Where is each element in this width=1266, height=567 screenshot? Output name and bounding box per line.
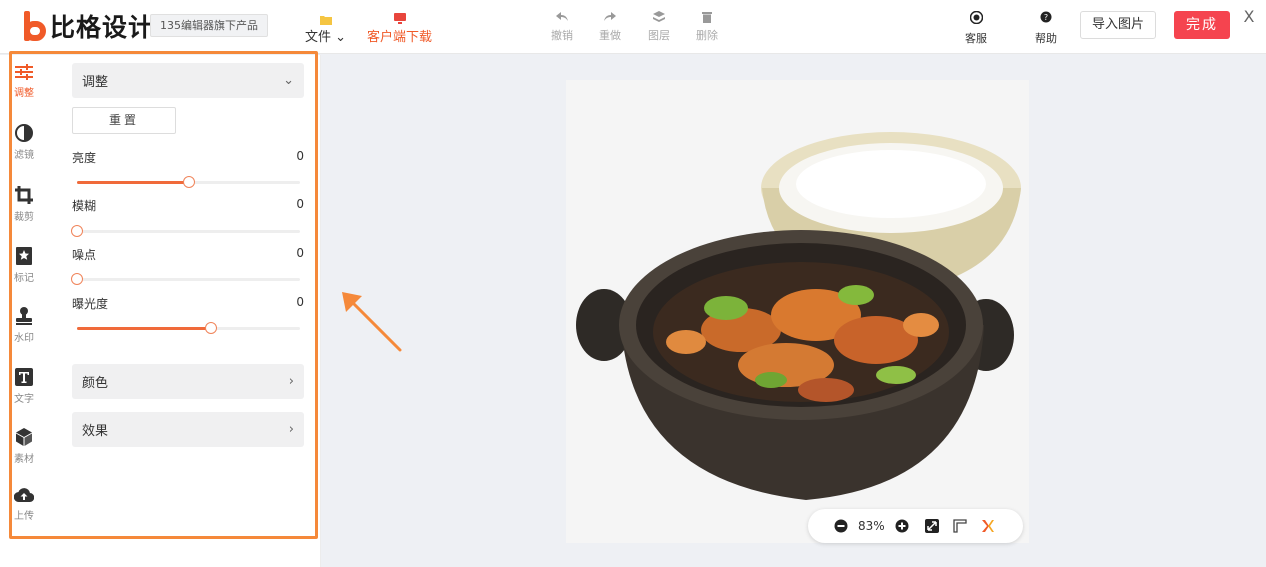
- brand-shortcut-icon[interactable]: [981, 519, 995, 533]
- monitor-icon: [393, 7, 406, 25]
- slider-handle[interactable]: [71, 273, 83, 285]
- adjust-panel: 调整 ⌄ 重置 亮度 0 模糊 0 噪点 0 曝光度 0 颜色 › 效果 ›: [55, 55, 321, 567]
- rail-label: 素材: [14, 454, 34, 465]
- claypot-dish-image: [576, 132, 1021, 500]
- image-canvas[interactable]: [566, 80, 1029, 543]
- slider-handle[interactable]: [71, 225, 83, 237]
- headset-icon: [969, 9, 983, 28]
- exposure-slider[interactable]: [77, 322, 300, 334]
- layers-button[interactable]: 图层: [648, 9, 670, 43]
- exposure-value: 0: [296, 295, 304, 309]
- redo-button[interactable]: 重做: [599, 9, 621, 43]
- tagline-badge: 135编辑器旗下产品: [150, 14, 268, 37]
- undo-label: 撤销: [551, 29, 573, 42]
- tool-rail: 调整 滤镜 裁剪 标记 水印 文字 素材 上传: [0, 55, 55, 567]
- folder-icon: [319, 7, 332, 25]
- cloud-upload-icon: [14, 488, 34, 503]
- crop-icon: [15, 186, 33, 204]
- redo-icon: [604, 9, 616, 25]
- blur-value: 0: [296, 197, 304, 211]
- rail-item-upload[interactable]: 上传: [0, 487, 48, 522]
- rail-label: 标记: [14, 273, 34, 284]
- file-menu-button[interactable]: 文件 ⌄: [305, 7, 346, 45]
- chevron-right-icon: ›: [288, 374, 294, 389]
- import-image-button[interactable]: 导入图片: [1080, 11, 1156, 39]
- logo-mark: [22, 11, 48, 41]
- rail-label: 上传: [14, 511, 34, 522]
- sliders-icon: [15, 64, 33, 80]
- undo-button[interactable]: 撤销: [551, 9, 573, 43]
- trash-icon: [702, 9, 712, 25]
- effects-section-header[interactable]: 效果 ›: [72, 412, 304, 447]
- reset-button[interactable]: 重置: [72, 107, 176, 134]
- slider-fill: [77, 327, 211, 330]
- chevron-right-icon: ›: [288, 422, 294, 437]
- star-bookmark-icon: [16, 247, 32, 265]
- customer-service-label: 客服: [965, 32, 987, 45]
- file-menu-label: 文件: [305, 30, 332, 45]
- svg-text:?: ?: [1044, 13, 1048, 22]
- top-bar: 比格设计 135编辑器旗下产品 文件 ⌄ 客户端下载 撤销 重做 图层 删除 客…: [0, 0, 1266, 54]
- zoom-toolbar: 83%: [808, 509, 1023, 543]
- rail-item-adjust[interactable]: 调整: [0, 64, 48, 99]
- slider-handle[interactable]: [182, 176, 195, 188]
- help-button[interactable]: ? 帮助: [1035, 9, 1057, 46]
- rail-item-filter[interactable]: 滤镜: [0, 124, 48, 161]
- annotation-arrow-icon: [342, 292, 402, 352]
- cube-icon: [16, 428, 32, 446]
- client-download-button[interactable]: 客户端下载: [367, 7, 432, 45]
- zoom-level: 83%: [858, 519, 885, 533]
- adjust-section-header[interactable]: 调整 ⌄: [72, 63, 304, 98]
- rail-item-crop[interactable]: 裁剪: [0, 186, 48, 223]
- noise-slider[interactable]: [71, 273, 300, 285]
- redo-label: 重做: [599, 29, 621, 42]
- zoom-out-icon[interactable]: [834, 519, 848, 533]
- chevron-down-icon: ⌄: [283, 73, 294, 88]
- fit-screen-icon[interactable]: [924, 519, 939, 533]
- exposure-label: 曝光度: [72, 297, 109, 311]
- slider-fill: [77, 181, 189, 184]
- brightness-slider[interactable]: [77, 176, 300, 188]
- brightness-value: 0: [296, 149, 304, 163]
- rail-label: 滤镜: [14, 150, 34, 161]
- effects-section-title: 效果: [82, 424, 109, 439]
- undo-icon: [556, 9, 568, 25]
- delete-button[interactable]: 删除: [696, 9, 718, 43]
- close-icon[interactable]: X: [1240, 8, 1258, 26]
- text-icon: [15, 368, 33, 386]
- rail-item-text[interactable]: 文字: [0, 368, 48, 405]
- color-section-title: 颜色: [82, 376, 109, 391]
- customer-service-button[interactable]: 客服: [965, 9, 987, 46]
- brightness-label: 亮度: [72, 151, 97, 165]
- chevron-down-icon: ⌄: [331, 30, 347, 45]
- brand-name: 比格设计: [50, 13, 155, 42]
- layers-label: 图层: [648, 29, 670, 42]
- color-section-header[interactable]: 颜色 ›: [72, 364, 304, 399]
- noise-label: 噪点: [72, 248, 97, 262]
- client-download-label: 客户端下载: [367, 30, 433, 45]
- help-icon: ?: [1040, 9, 1052, 28]
- slider-handle[interactable]: [204, 322, 217, 334]
- adjust-title: 调整: [82, 75, 109, 90]
- done-button[interactable]: 完成: [1174, 11, 1230, 39]
- rail-item-watermark[interactable]: 水印: [0, 307, 48, 344]
- stamp-icon: [16, 307, 32, 325]
- rail-item-mark[interactable]: 标记: [0, 247, 48, 284]
- blur-label: 模糊: [72, 199, 97, 213]
- layers-icon: [653, 9, 665, 25]
- rail-label: 文字: [14, 394, 34, 405]
- rail-item-assets[interactable]: 素材: [0, 428, 48, 465]
- help-label: 帮助: [1035, 32, 1057, 45]
- noise-value: 0: [296, 246, 304, 260]
- blur-slider[interactable]: [71, 225, 300, 237]
- rail-label: 水印: [14, 333, 34, 344]
- filter-half-circle-icon: [15, 124, 33, 142]
- rail-label: 调整: [14, 88, 34, 99]
- brand-logo[interactable]: 比格设计: [22, 9, 154, 43]
- delete-label: 删除: [696, 29, 718, 42]
- zoom-in-icon[interactable]: [895, 519, 909, 533]
- ruler-icon[interactable]: [953, 519, 967, 533]
- rail-label: 裁剪: [14, 212, 34, 223]
